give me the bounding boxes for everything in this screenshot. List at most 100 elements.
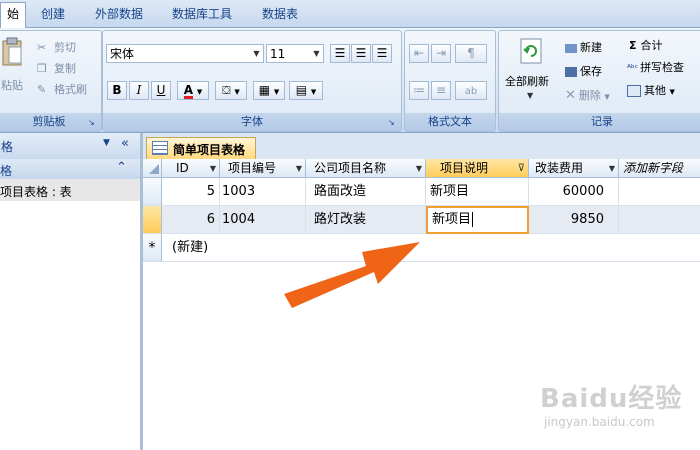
font-color-letter: A [183,83,194,99]
tab-label: 外部数据 [94,7,143,21]
refresh-all-button[interactable]: 全部刷新 ▼ [503,35,559,109]
table-row-2-new-field[interactable] [619,206,700,234]
brush-icon: ✎ [37,83,47,96]
paste-button[interactable]: 粘贴 [1,37,23,101]
new-record-row[interactable]: (新建) [162,234,700,262]
table-row-2-name[interactable]: 路灯改装 [306,206,426,234]
watermark-url: jingyan.baidu.com [544,415,655,429]
nav-item-project-table[interactable]: 项目表格 : 表 [0,179,140,201]
chevron-down-icon[interactable]: ▼ [296,159,302,178]
tab-home[interactable]: 始 [0,2,26,28]
numbered-list-button[interactable]: ≔ [409,81,429,100]
navigation-pane-header[interactable]: 格 ▼ « [0,133,140,160]
decrease-indent-button[interactable]: ⇤ [409,44,429,63]
new-record-button[interactable]: 新建 [565,39,602,55]
table-row-1-new-field[interactable] [619,178,700,206]
italic-button[interactable]: I [129,81,149,100]
save-record-button[interactable]: 保存 [565,63,602,79]
highlight-button[interactable]: ab [455,81,487,100]
new-row-selector[interactable]: * [143,234,162,262]
table-row-2-description-editing[interactable]: 新项目 [426,206,529,234]
alternate-fill-button[interactable]: ▤ ▼ [289,81,323,100]
cell-text: 5 [206,184,215,199]
row-selector[interactable] [143,178,162,206]
chevron-down-icon[interactable]: ▼ [609,159,615,178]
delete-record-button[interactable]: ✕ 删除 ▼ [565,87,610,103]
font-color-button[interactable]: A ▼ [177,81,209,100]
table-row-1-name[interactable]: 路面改造 [306,178,426,206]
dialog-launcher-icon[interactable]: ↘ [88,118,97,127]
more-button[interactable]: 其他 ▼ [627,82,675,98]
copy-icon: ❐ [37,62,47,75]
cell-text: 9850 [570,212,604,227]
chevron-down-icon[interactable]: ▼ [416,159,422,178]
save-icon [565,67,577,77]
chevron-down-icon: ▼ [669,88,675,96]
bulleted-list-button[interactable]: ≡ [431,81,451,100]
font-name-combo[interactable]: 宋体 ▼ [106,44,264,63]
tab-label: 始 [6,7,19,21]
chevron-down-icon: ▼ [604,93,610,101]
more-label: 其他 [644,84,666,97]
table-row-1-description[interactable]: 新项目 [426,178,529,206]
font-size-value: 11 [270,47,286,61]
align-center-button[interactable]: ☰ [351,44,371,63]
navigation-pane: 格 ▼ « 格 ⌃ 项目表格 : 表 [0,133,143,450]
text-direction-button[interactable]: ¶ [455,44,487,63]
column-header-id[interactable]: ID ▼ [162,159,220,178]
chevron-down-icon[interactable]: ▼ [210,159,216,178]
align-left-button[interactable]: ☰ [330,44,350,63]
nav-dropdown-chevron-icon[interactable]: ▼ [103,138,110,148]
increase-indent-button[interactable]: ⇥ [431,44,451,63]
align-right-button[interactable]: ☰ [372,44,392,63]
new-row-label: (新建) [172,240,209,255]
filter-icon[interactable]: ⊽ [518,159,525,178]
chevron-down-icon: ▼ [313,49,320,58]
column-header-project-code[interactable]: 项目编号 ▼ [220,159,306,178]
spelling-button[interactable]: ᴬᵇᶜ 拼写检查 [627,59,684,75]
bold-button[interactable]: B [107,81,127,100]
chevron-down-icon: ▼ [253,49,260,58]
spelling-icon: ᴬᵇᶜ [627,64,639,74]
copy-button[interactable]: ❐ 复制 [37,60,76,76]
new-record-label: 新建 [580,41,602,54]
column-header-label: 项目编号 [228,161,277,175]
fill-color-button[interactable]: ⛋ ▼ [215,81,247,100]
rich-text-group-title: 格式文本 [405,113,495,131]
chevron-down-icon: ▼ [273,88,280,96]
table-row-2-code[interactable]: 1004 [220,206,306,234]
chevron-up-icon[interactable]: ⌃ [116,160,127,175]
tab-external-data[interactable]: 外部数据 [86,3,152,25]
table-row-1-cost[interactable]: 60000 [529,178,619,206]
table-row-2-cost[interactable]: 9850 [529,206,619,234]
paste-label: 粘贴 [1,79,23,92]
select-all-corner[interactable] [143,159,162,178]
column-header-label: 添加新字段 [623,161,684,175]
dialog-launcher-icon[interactable]: ↘ [388,118,397,127]
column-header-project-description[interactable]: 项目说明 ⊽ [426,159,529,178]
bulleted-list-icon: ≡ [435,83,447,97]
format-painter-button[interactable]: ✎ 格式刷 [37,81,87,97]
table-row-1-code[interactable]: 1003 [220,178,306,206]
gridlines-button[interactable]: ▦ ▼ [253,81,285,100]
cell-text: 新项目 [432,212,472,227]
paint-bucket-icon: ⛋ [222,84,231,97]
tab-create[interactable]: 创建 [30,3,76,25]
table-row-1-id[interactable]: 5 [162,178,220,206]
font-size-combo[interactable]: 11 ▼ [266,44,324,63]
column-header-add-new-field[interactable]: 添加新字段 [619,159,700,178]
row-selector-current[interactable] [143,206,162,234]
align-center-icon: ☰ [355,46,367,60]
chevron-down-icon: ▼ [196,88,203,96]
collapse-pane-icon[interactable]: « [121,136,129,151]
document-tab[interactable]: 简单项目表格 [146,137,256,159]
cut-button[interactable]: ✂ 剪切 [37,39,76,55]
column-header-cost[interactable]: 改装费用 ▼ [529,159,619,178]
tab-datasheet[interactable]: 数据表 [252,3,308,25]
column-header-project-name[interactable]: 公司项目名称 ▼ [306,159,426,178]
totals-button[interactable]: Σ 合计 [629,37,663,53]
nav-group-header[interactable]: 格 ⌃ [0,159,140,180]
underline-button[interactable]: U [151,81,171,100]
tab-database-tools[interactable]: 数据库工具 [162,3,242,25]
table-row-2-id[interactable]: 6 [162,206,220,234]
